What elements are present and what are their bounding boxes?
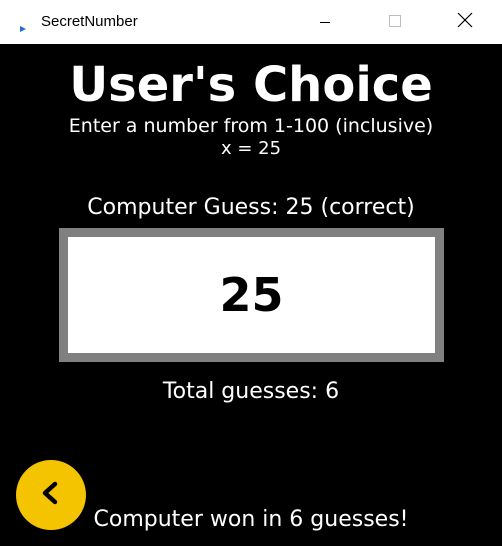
guess-display-inner: 25 (68, 237, 435, 353)
guess-display-box: 25 (59, 228, 444, 362)
minimize-button[interactable] (302, 0, 348, 44)
result-text: Computer won in 6 guesses! (93, 507, 409, 532)
guess-number: 25 (219, 268, 284, 322)
maximize-icon (388, 13, 402, 32)
minimize-icon (319, 13, 331, 32)
close-button[interactable] (442, 0, 488, 44)
maximize-button[interactable] (372, 0, 418, 44)
instructions-text: Enter a number from 1-100 (inclusive) (68, 115, 434, 137)
window-title: SecretNumber (41, 13, 138, 30)
total-guesses-text: Total guesses: 6 (162, 379, 340, 404)
computer-guess-label: Computer Guess: 25 (correct) (87, 195, 415, 220)
secret-number-text: x = 25 (220, 138, 282, 159)
close-icon (457, 12, 473, 32)
page-title: User's Choice (69, 57, 433, 113)
app-window: SecretNumber User's Choice Enter a numbe… (0, 0, 502, 546)
title-bar[interactable]: SecretNumber (0, 0, 502, 44)
app-icon (19, 18, 27, 32)
game-screen: User's Choice Enter a number from 1-100 … (0, 44, 502, 546)
